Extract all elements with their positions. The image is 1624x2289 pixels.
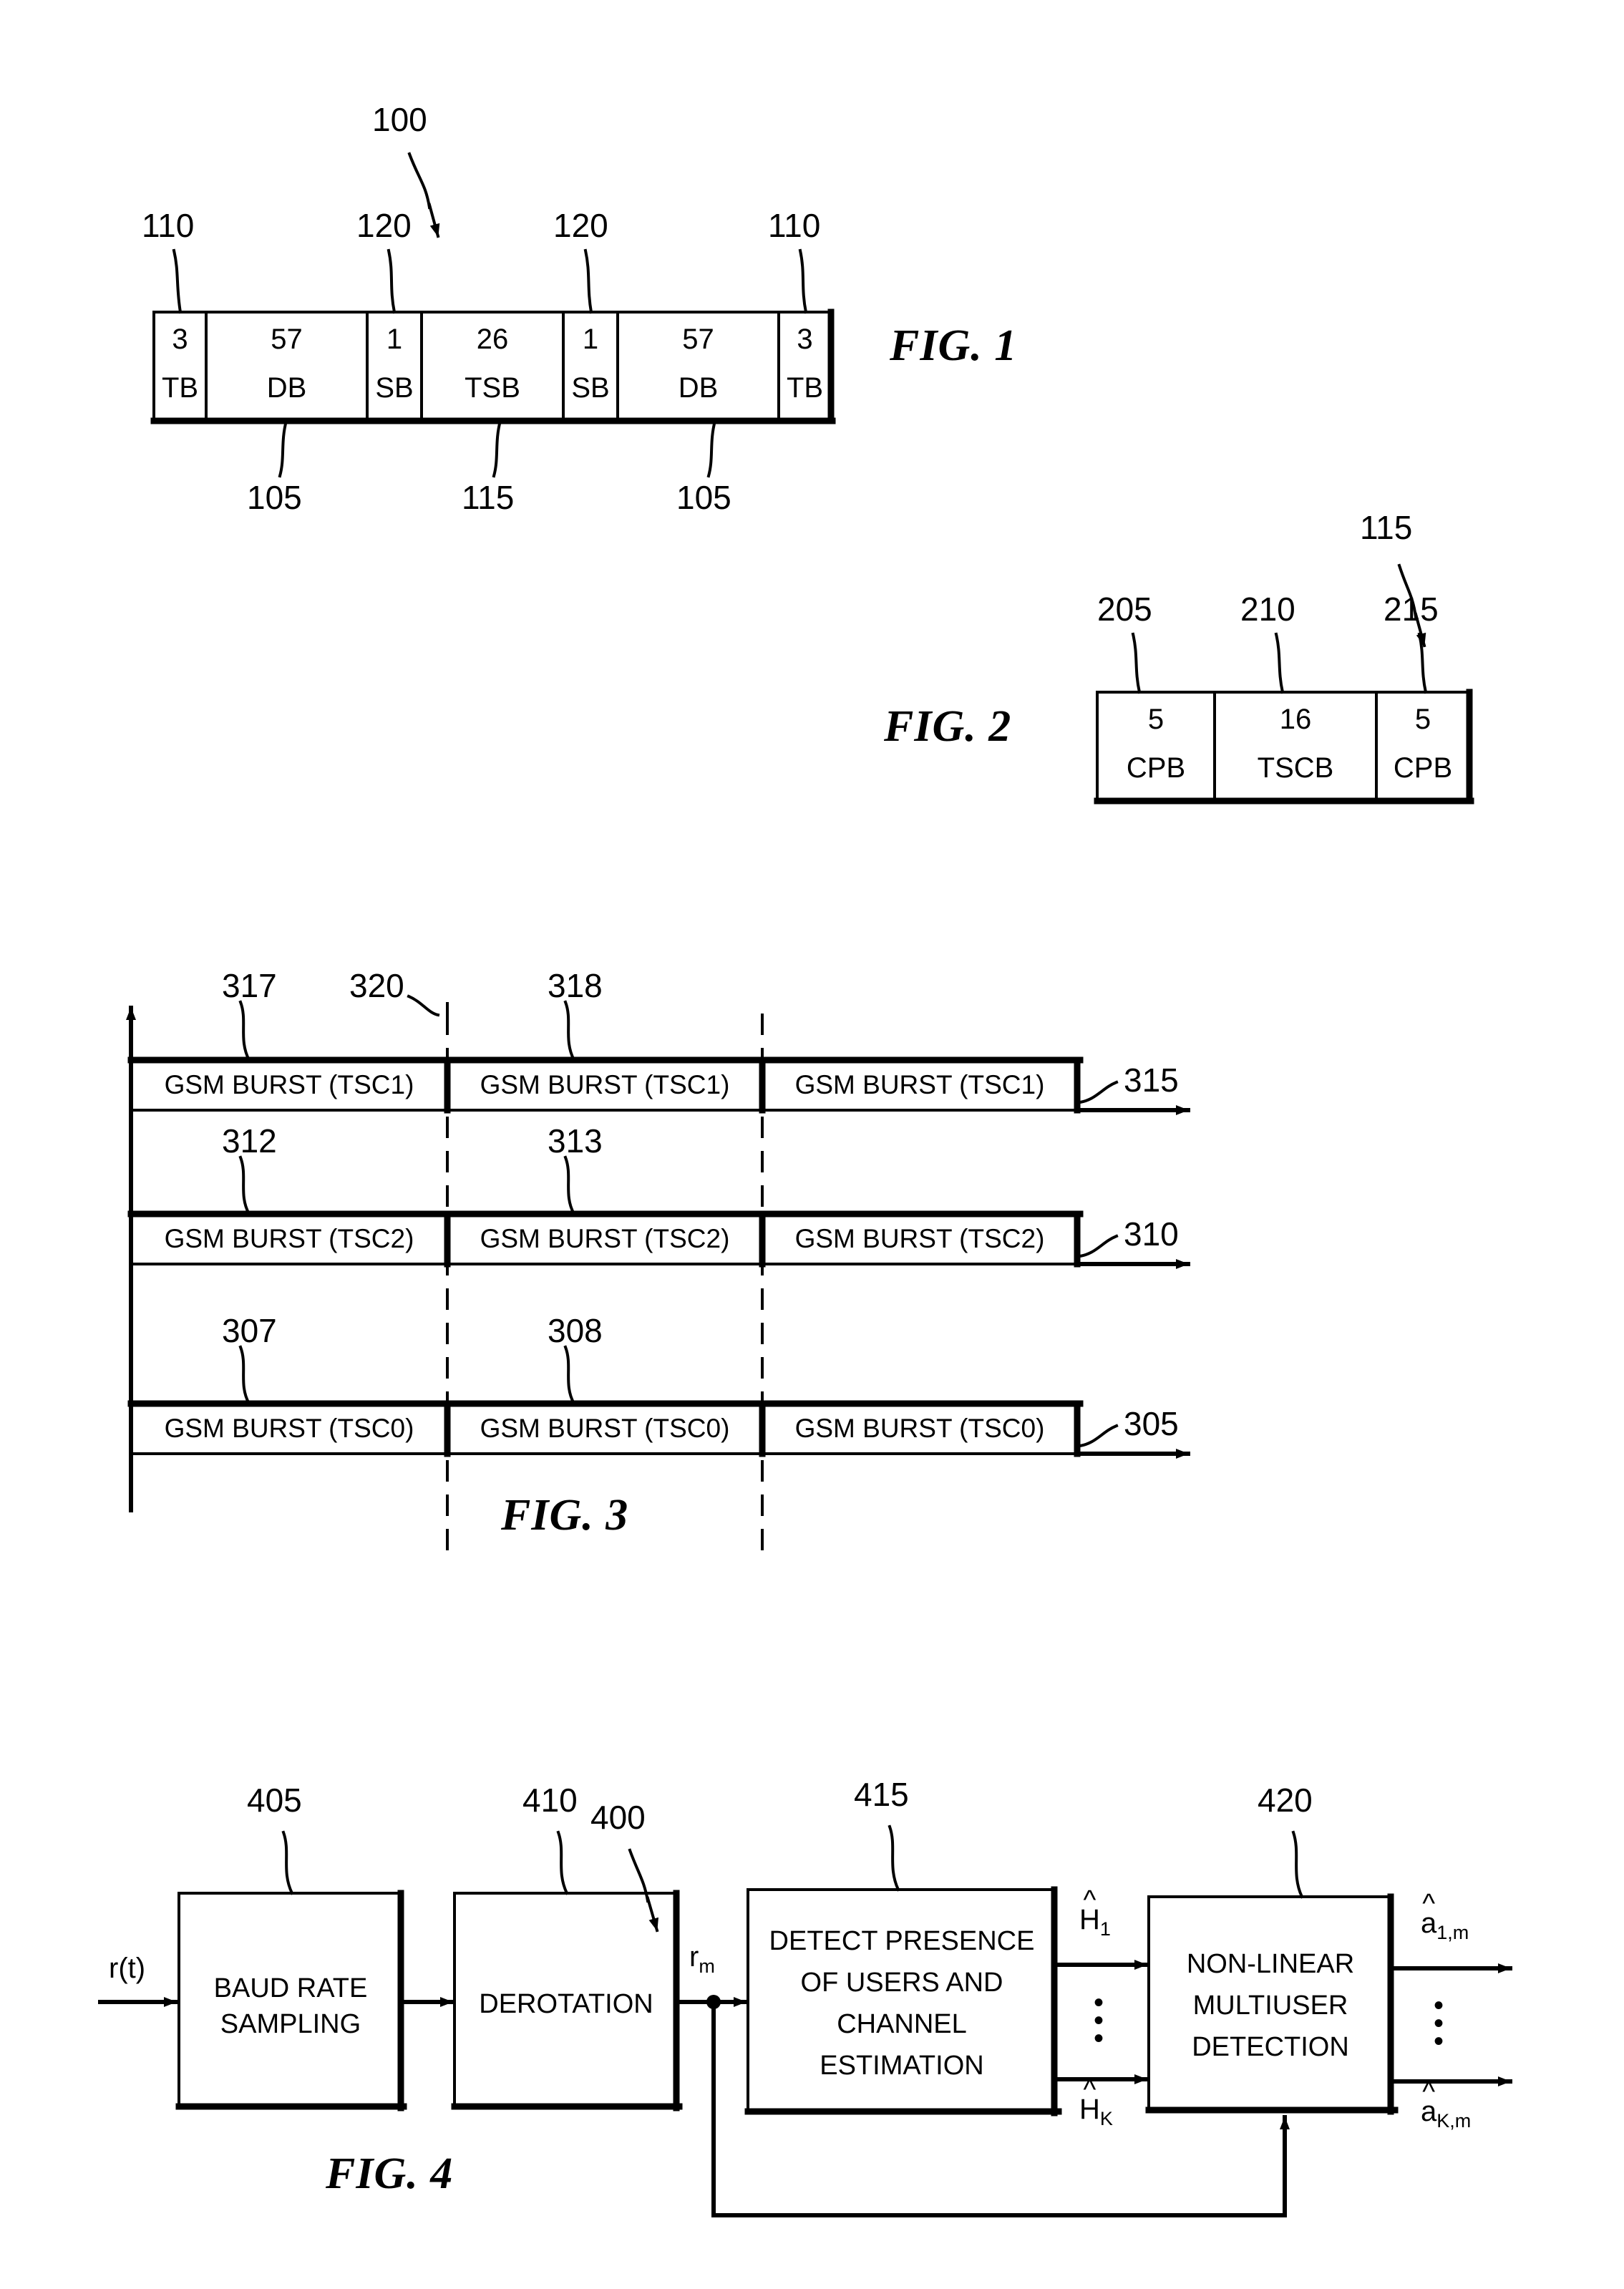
fig3-burst-cell: GSM BURST (TSC2) bbox=[164, 1224, 414, 1253]
fig4-block-405-line-1: SAMPLING bbox=[220, 2009, 361, 2039]
fig1-cell-count-1: 57 bbox=[271, 324, 303, 355]
fig4-block-415-line-1: OF USERS AND bbox=[800, 1968, 1003, 1998]
fig1-cell-label-6: TB bbox=[786, 372, 824, 404]
fig4-vertical-ellipsis-output: • • • bbox=[1414, 1991, 1464, 2056]
fig4-caption: FIG. 4 bbox=[326, 2149, 454, 2198]
fig4-block-405-line-0: BAUD RATE bbox=[213, 1973, 368, 2003]
fig3-boundary-ref-320: 320 bbox=[349, 967, 404, 1004]
fig1-cell-label-4: SB bbox=[571, 372, 610, 404]
fig4-block-ref-415: 415 bbox=[854, 1776, 909, 1813]
fig1-cell-label-0: TB bbox=[161, 372, 199, 404]
fig4-block-ref-420: 420 bbox=[1258, 1782, 1313, 1819]
h1-sub: 1 bbox=[1099, 1918, 1111, 1940]
fig2-cell-count-0: 5 bbox=[1147, 704, 1164, 735]
fig3-burst-ref-313: 313 bbox=[548, 1122, 603, 1160]
fig4-block-420-line-0: NON-LINEAR bbox=[1186, 1949, 1355, 1979]
fig4-block-415-line-3: ESTIMATION bbox=[820, 2051, 984, 2081]
fig3-row-ref-310: 310 bbox=[1124, 1215, 1179, 1253]
fig1-top-ref-2: 120 bbox=[553, 207, 608, 244]
fig3-burst-cell: GSM BURST (TSC2) bbox=[480, 1224, 730, 1253]
fig4-channel-signal-hk: ^ HK bbox=[1079, 2076, 1113, 2130]
fig1-top-ref-0: 110 bbox=[142, 207, 195, 244]
fig1-cell-count-4: 1 bbox=[582, 324, 599, 355]
fig3-burst-cell: GSM BURST (TSC0) bbox=[164, 1414, 414, 1443]
fig4-channel-signal-h1: ^ H1 bbox=[1079, 1887, 1111, 1940]
fig1-cell-label-1: DB bbox=[266, 372, 307, 404]
fig1-bottom-ref-1: 115 bbox=[462, 479, 515, 516]
fig3-burst-cell: GSM BURST (TSC0) bbox=[794, 1414, 1045, 1443]
fig3-burst-ref-318: 318 bbox=[548, 967, 603, 1004]
hat-accent-icon: ^ bbox=[1083, 2075, 1097, 2106]
hat-accent-icon: ^ bbox=[1422, 1889, 1436, 1920]
fig2-cell-count-1: 16 bbox=[1279, 704, 1312, 735]
hat-accent-icon: ^ bbox=[1422, 2077, 1436, 2108]
fig1-top-ref-1: 120 bbox=[356, 207, 412, 244]
fig1-cell-label-3: TSB bbox=[465, 372, 520, 404]
fig2-cell-label-2: CPB bbox=[1393, 752, 1453, 784]
fig4-input-signal-label: r(t) bbox=[109, 1953, 146, 1984]
fig3-row-ref-315: 315 bbox=[1124, 1061, 1179, 1099]
fig4-block-415-line-2: CHANNEL bbox=[837, 2009, 967, 2039]
fig2-cell-label-1: TSCB bbox=[1257, 752, 1334, 784]
fig3-burst-ref-308: 308 bbox=[548, 1312, 603, 1349]
rm-sub: m bbox=[699, 1955, 715, 1977]
fig3-burst-cell: GSM BURST (TSC1) bbox=[794, 1070, 1045, 1099]
fig1-bottom-ref-2: 105 bbox=[676, 479, 731, 516]
fig2-top-ref-2: 215 bbox=[1384, 591, 1439, 628]
fig2-top-ref-1: 210 bbox=[1240, 591, 1295, 628]
fig4-block-ref-410: 410 bbox=[522, 1782, 578, 1819]
fig3-burst-cell: GSM BURST (TSC0) bbox=[480, 1414, 730, 1443]
fig4-rm-signal-label: rm bbox=[689, 1941, 715, 1978]
fig1-cell-count-6: 3 bbox=[797, 324, 813, 355]
fig1-cell-count-2: 1 bbox=[386, 324, 403, 355]
fig4-vertical-ellipsis-channel: • • • bbox=[1074, 1988, 1124, 2053]
fig1-cell-label-5: DB bbox=[678, 372, 719, 404]
fig1-cell-count-5: 57 bbox=[682, 324, 714, 355]
fig4-output-signal-akm: ^ aK,m bbox=[1421, 2079, 1472, 2132]
fig4-block-410-line-0: DEROTATION bbox=[479, 1989, 653, 2019]
fig1-top-ref-3: 110 bbox=[768, 207, 821, 244]
fig3-burst-cell: GSM BURST (TSC2) bbox=[794, 1224, 1045, 1253]
fig2-cell-count-2: 5 bbox=[1414, 704, 1431, 735]
fig1-bottom-ref-0: 105 bbox=[247, 479, 302, 516]
hat-accent-icon: ^ bbox=[1083, 1885, 1097, 1916]
fig1-cell-label-2: SB bbox=[375, 372, 414, 404]
rm-base: r bbox=[689, 1941, 699, 1973]
fig2-assembly-ref: 115 bbox=[1360, 509, 1413, 546]
fig3-caption: FIG. 3 bbox=[501, 1491, 629, 1540]
fig3-burst-ref-317: 317 bbox=[222, 967, 277, 1004]
fig3-burst-ref-312: 312 bbox=[222, 1122, 277, 1160]
dot-glyph: • bbox=[1093, 2022, 1104, 2054]
fig3-burst-cell: GSM BURST (TSC1) bbox=[164, 1070, 414, 1099]
fig4-block-420-line-2: DETECTION bbox=[1192, 2032, 1349, 2062]
fig2-top-ref-0: 205 bbox=[1097, 591, 1152, 628]
fig4-block-415-line-0: DETECT PRESENCE bbox=[769, 1926, 1035, 1956]
fig1-caption: FIG. 1 bbox=[890, 321, 1018, 370]
fig4-assembly-ref: 400 bbox=[590, 1799, 646, 1836]
fig4-output-signal-a1m: ^ a1,m bbox=[1421, 1890, 1469, 1944]
fig1-cell-count-0: 3 bbox=[172, 324, 188, 355]
fig2-cell-label-0: CPB bbox=[1126, 752, 1186, 784]
fig2-caption: FIG. 2 bbox=[884, 702, 1012, 751]
patent-drawing-sheet: 100 110 120 120 110 105 115 105 3 TB 57 … bbox=[0, 0, 1624, 2289]
fig3-burst-cell: GSM BURST (TSC1) bbox=[480, 1070, 730, 1099]
fig1-assembly-ref: 100 bbox=[372, 101, 427, 138]
dot-glyph: • bbox=[1433, 2025, 1444, 2057]
fig4-block-ref-405: 405 bbox=[247, 1782, 302, 1819]
a1m-sub: 1,m bbox=[1436, 1922, 1469, 1943]
hk-sub: K bbox=[1099, 2108, 1113, 2129]
fig3-row-ref-305: 305 bbox=[1124, 1405, 1179, 1442]
fig4-block-420-line-1: MULTIUSER bbox=[1192, 1991, 1348, 2021]
fig3-burst-ref-307: 307 bbox=[222, 1312, 277, 1349]
fig1-cell-count-3: 26 bbox=[476, 324, 509, 355]
akm-sub: K,m bbox=[1436, 2110, 1472, 2132]
